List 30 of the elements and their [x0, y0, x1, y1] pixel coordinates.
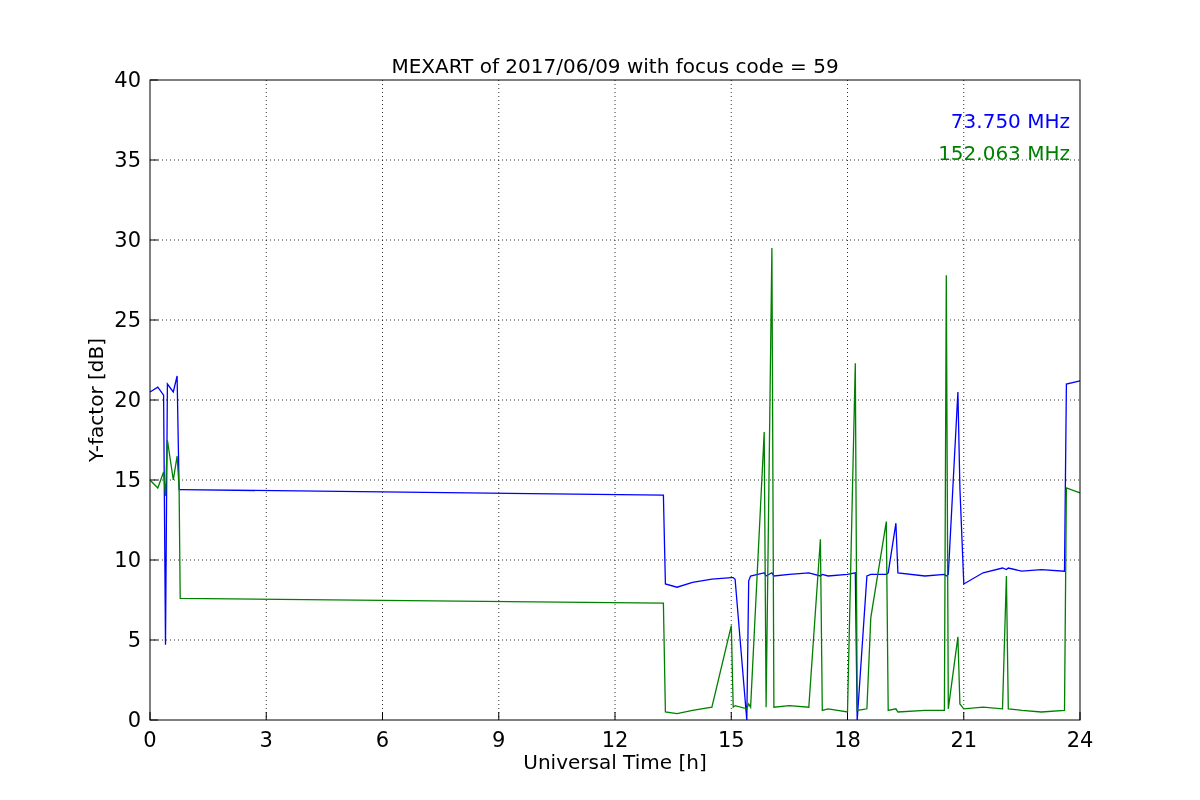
x-tick-label: 18 [834, 728, 861, 752]
tick-mark [265, 711, 267, 721]
y-tick-label: 20 [114, 388, 141, 412]
x-tick-label: 3 [259, 728, 273, 752]
legend-label: 152.063 MHz [938, 141, 1070, 165]
x-tick-label: 15 [717, 728, 745, 752]
y-tick-label: 5 [127, 628, 141, 652]
x-tick-label: 9 [492, 728, 506, 752]
tick-mark [847, 711, 848, 721]
tick-mark [382, 711, 383, 721]
x-tick-label: 0 [143, 728, 157, 752]
x-tick-label: 21 [950, 728, 978, 752]
tick-mark [614, 711, 616, 721]
y-tick-label: 40 [114, 68, 141, 92]
y-axis-label: Y-factor [dB] [84, 338, 108, 462]
y-tick-label: 30 [114, 228, 141, 252]
x-tick-label: 6 [375, 728, 390, 752]
y-tick-label: 10 [114, 548, 141, 572]
y-tick-label: 25 [114, 308, 141, 332]
y-tick-label: 35 [114, 148, 141, 172]
tick-mark [498, 711, 500, 721]
tick-mark [730, 711, 732, 721]
y-tick-label: 0 [127, 708, 141, 732]
x-tick-label: 24 [1066, 728, 1094, 752]
x-axis-label: Universal Time [h] [523, 750, 707, 774]
tick-mark [963, 711, 965, 721]
legend-label: 73.750 MHz [950, 109, 1070, 133]
y-tick-label: 15 [114, 468, 141, 492]
x-tick-label: 12 [601, 728, 629, 752]
chart-title: MEXART of 2017/06/09 with focus code = 59 [391, 54, 839, 78]
